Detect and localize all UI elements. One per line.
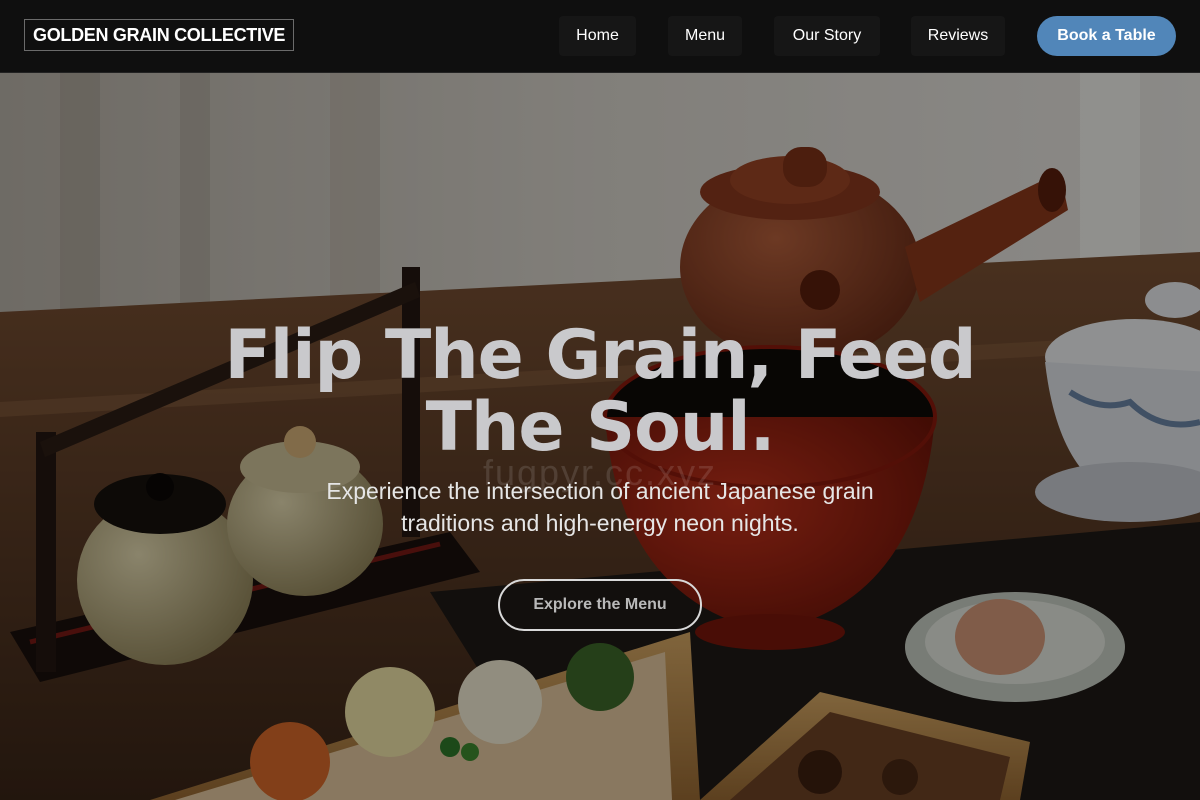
hero-title: Flip The Grain, Feed The Soul. (224, 316, 976, 467)
site-header: GOLDEN GRAIN COLLECTIVE Home Menu Our St… (0, 0, 1200, 73)
book-table-button[interactable]: Book a Table (1037, 16, 1176, 56)
nav-our-story[interactable]: Our Story (774, 16, 880, 56)
explore-menu-button[interactable]: Explore the Menu (498, 579, 702, 631)
nav-reviews[interactable]: Reviews (911, 16, 1005, 56)
nav-home[interactable]: Home (559, 16, 636, 56)
nav-menu[interactable]: Menu (668, 16, 742, 56)
hero-section: Flip The Grain, Feed The Soul. fugpyr.cc… (0, 72, 1200, 800)
hero-subtitle: Experience the intersection of ancient J… (326, 478, 874, 536)
brand-logo[interactable]: GOLDEN GRAIN COLLECTIVE (24, 19, 295, 51)
